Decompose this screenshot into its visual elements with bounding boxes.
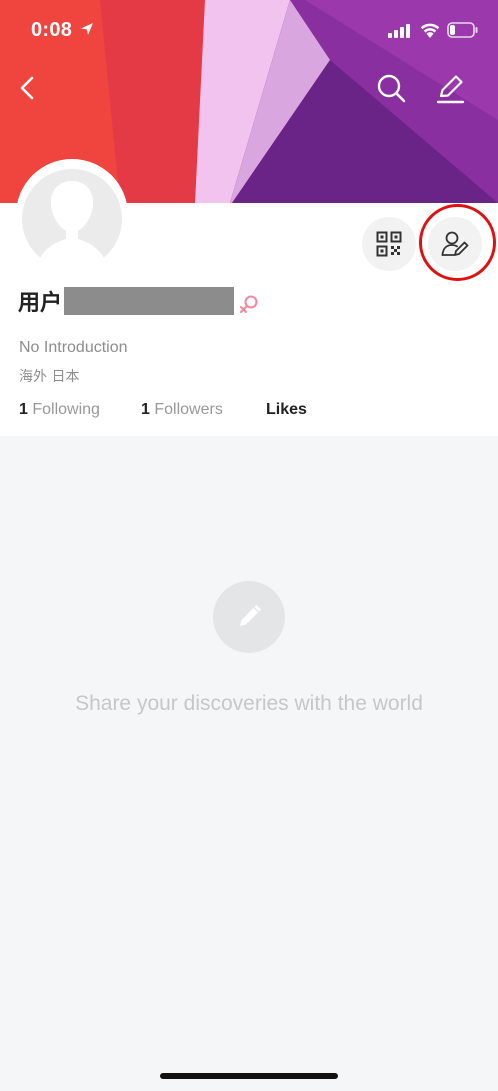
pencil-icon[interactable] bbox=[433, 72, 467, 106]
followers-stat[interactable]: 1 Followers bbox=[141, 401, 223, 419]
search-icon[interactable] bbox=[375, 72, 407, 104]
followers-label: Followers bbox=[154, 401, 223, 418]
status-time: 0:08 bbox=[31, 19, 73, 41]
username-redacted bbox=[64, 287, 235, 315]
edit-profile-button[interactable] bbox=[428, 217, 482, 271]
likes-tab[interactable]: Likes bbox=[266, 401, 307, 419]
following-stat[interactable]: 1 Following bbox=[19, 401, 100, 419]
followers-count: 1 bbox=[141, 401, 150, 418]
wifi-icon bbox=[420, 23, 440, 38]
introduction-text: No Introduction bbox=[19, 339, 128, 356]
avatar[interactable] bbox=[16, 159, 128, 271]
qr-code-button[interactable] bbox=[362, 217, 416, 271]
chevron-left-icon[interactable] bbox=[14, 72, 42, 104]
empty-state-message: Share your discoveries with the world bbox=[75, 692, 423, 715]
qr-code-icon bbox=[376, 231, 402, 257]
pencil-icon bbox=[240, 605, 261, 626]
location-text: 海外 日本 bbox=[19, 369, 80, 385]
cellular-signal-icon bbox=[388, 24, 410, 38]
female-icon bbox=[240, 295, 258, 313]
home-indicator[interactable] bbox=[160, 1073, 338, 1079]
user-edit-icon bbox=[441, 231, 469, 256]
username-row: 用户 bbox=[18, 286, 260, 316]
following-count: 1 bbox=[19, 401, 28, 418]
create-post-button[interactable] bbox=[213, 581, 285, 653]
battery-icon bbox=[447, 22, 478, 38]
username: 用户 bbox=[18, 291, 63, 316]
location-arrow-icon bbox=[81, 23, 93, 35]
status-bar: 0:08 bbox=[0, 0, 498, 60]
following-label: Following bbox=[32, 401, 100, 418]
